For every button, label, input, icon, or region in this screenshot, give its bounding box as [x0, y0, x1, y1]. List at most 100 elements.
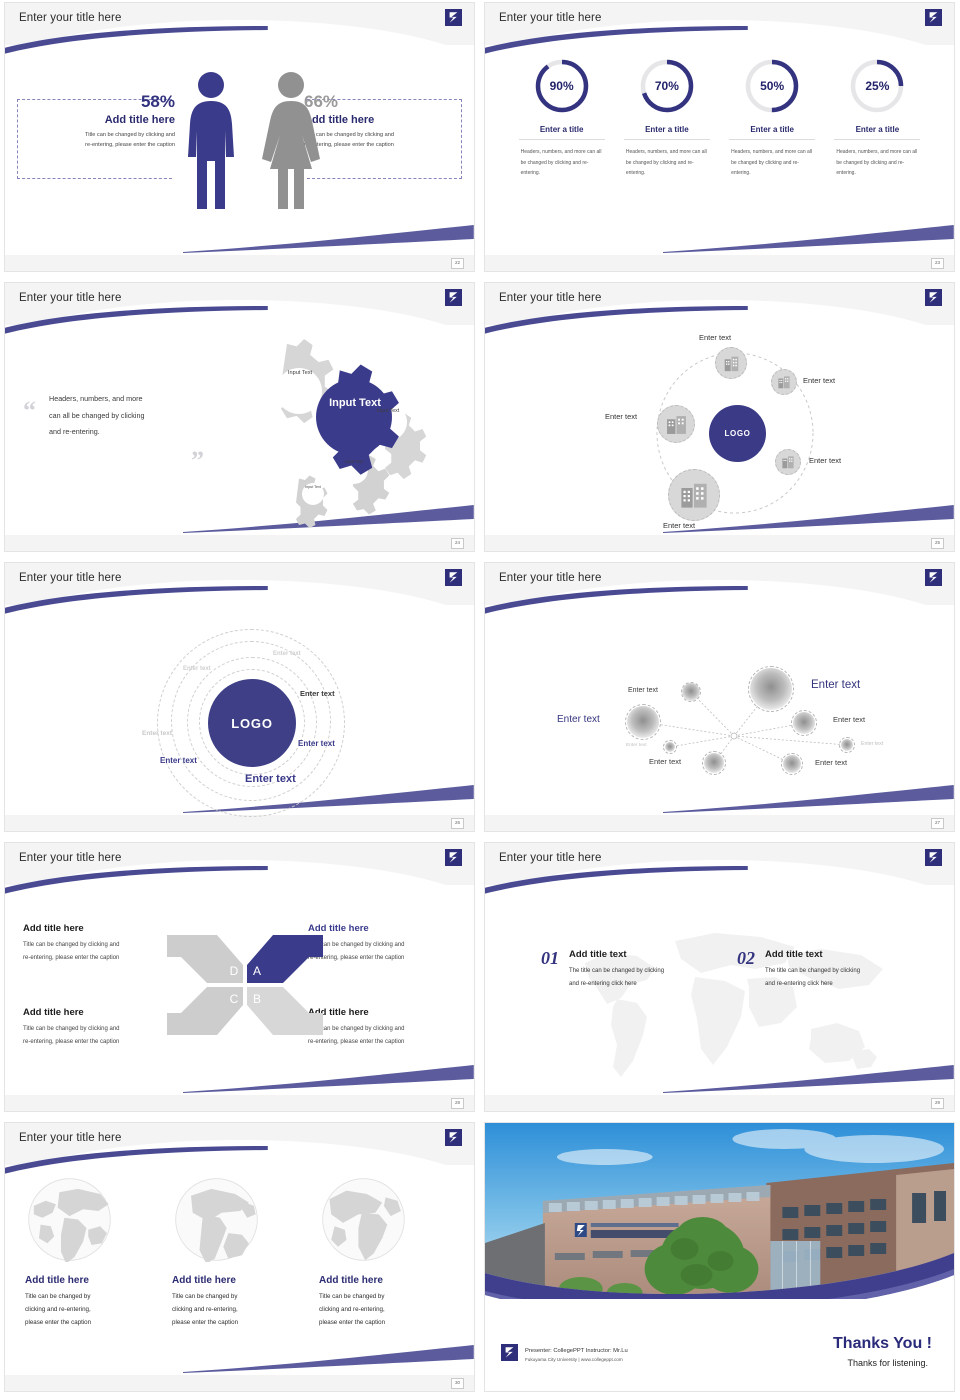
hub-diagram: Enter text Enter text Enter text Enter t… — [485, 331, 954, 547]
net-node-4[interactable] — [791, 710, 817, 736]
slide-cell-8[interactable]: Enter your title here 29 01 Add title te… — [480, 840, 960, 1120]
ring-label-7: Enter text — [142, 730, 172, 737]
page-title: Enter your title here — [499, 852, 602, 864]
item-number-01: 01 — [541, 948, 559, 968]
page-title: Enter your title here — [499, 572, 602, 584]
donut-desc: Headers, numbers, and more can all be ch… — [836, 149, 918, 176]
svg-text:D: D — [230, 964, 239, 978]
net-label-4: Enter text — [833, 715, 866, 724]
donut-title: Enter a title — [729, 125, 816, 140]
quadrant-desc-b-line2: re-entering, please enter the caption — [308, 1038, 405, 1045]
slide-cell-9[interactable]: Enter your title here 30 Add title here … — [0, 1120, 480, 1400]
ring-label-6: Enter text — [160, 756, 197, 765]
slide-number: 27 — [931, 818, 944, 829]
quadrant-desc-a-line2: re-entering, please enter the caption — [308, 954, 405, 961]
hub-node-right-up[interactable] — [771, 369, 797, 395]
slide-globes[interactable]: Enter your title here 30 Add title here … — [4, 1122, 475, 1392]
female-figure-icon — [262, 72, 320, 209]
numbered-item-1: 01 Add title text The title can be chang… — [541, 949, 664, 990]
net-label-3: Enter text — [557, 714, 600, 725]
slide-cell-1[interactable]: Enter your title here 22 58% Add title h… — [0, 0, 480, 280]
globe-icon-europe-africa — [28, 1178, 111, 1264]
percent-value-male: 58% — [140, 92, 175, 111]
slide-body: LOGO Enter text Enter text Enter text En… — [5, 611, 474, 827]
donut-title: Enter a title — [623, 125, 710, 140]
hub-node-right-down[interactable] — [775, 449, 801, 475]
hub-node-left[interactable] — [657, 405, 695, 443]
globe-item-1[interactable]: Add title here Title can be changed by c… — [25, 1177, 160, 1329]
quote-block: “ ” Headers, numbers, and more can all b… — [23, 391, 231, 473]
slide-donuts[interactable]: Enter your title here 23 90% Enter a tit… — [484, 2, 955, 272]
gear-cluster: Input Text Input Text Input Text Input T… — [230, 339, 460, 534]
item-number-02: 02 — [737, 948, 755, 968]
slide-gears[interactable]: Enter your title here 24 “ ” Headers, nu… — [4, 282, 475, 552]
slide-number: 26 — [451, 818, 464, 829]
net-node-3[interactable] — [625, 704, 661, 740]
quadrant-text-c: Add title here Title can be changed by c… — [23, 1007, 171, 1048]
net-node-8[interactable] — [781, 753, 803, 775]
stat-desc-female-line1: Title can be changed by clicking and — [304, 131, 394, 138]
ring-center-logo: LOGO — [208, 679, 296, 767]
slide-hub-network[interactable]: Enter your title here 25 Enter text Ente… — [484, 282, 955, 552]
donut-chart-90: 90% — [533, 57, 591, 115]
stat-title-female: Add title here — [304, 113, 375, 126]
slide-network-bubbles[interactable]: Enter your title here 27 Enter text Ente… — [484, 562, 955, 832]
slide-cell-10[interactable]: Presenter: CollegePPT Instructor: Mr.Lu … — [480, 1120, 960, 1400]
slide-number: 25 — [931, 538, 944, 549]
quadrant-desc-b-line1: Title can be changed by clicking and — [308, 1026, 405, 1032]
slide-thanks[interactable]: Presenter: CollegePPT Instructor: Mr.Lu … — [484, 1122, 955, 1392]
quote-open-icon: “ — [23, 396, 36, 425]
hub-node-bottom[interactable] — [668, 469, 720, 521]
net-node-1[interactable] — [681, 682, 701, 702]
slide-cell-3[interactable]: Enter your title here 24 “ ” Headers, nu… — [0, 280, 480, 560]
quadrant-desc-d-line1: Title can be changed by clicking and — [23, 942, 120, 948]
page-title: Enter your title here — [19, 12, 122, 24]
gear-label-main: Input Text — [329, 397, 381, 409]
net-node-2[interactable] — [748, 666, 794, 712]
slide-x-quadrant[interactable]: Enter your title here 28 Add title here … — [4, 842, 475, 1112]
globe-item-3[interactable]: Add title here Title can be changed by c… — [319, 1177, 454, 1329]
slide-cell-6[interactable]: Enter your title here 27 Enter text Ente… — [480, 560, 960, 840]
net-node-5[interactable] — [663, 740, 677, 754]
slide-cell-5[interactable]: Enter your title here 26 LOGO Enter text… — [0, 560, 480, 840]
numbered-item-2: 02 Add title text The title can be chang… — [737, 949, 860, 990]
item-title-01: Add title text — [569, 949, 627, 960]
x-diagram-shape: D A C B — [165, 925, 325, 1045]
globe-row: Add title here Title can be changed by c… — [5, 1171, 474, 1329]
concentric-diagram: LOGO Enter text Enter text Enter text En… — [5, 611, 474, 827]
slide-numbered-world[interactable]: Enter your title here 29 01 Add title te… — [484, 842, 955, 1112]
donut-item[interactable]: 25% Enter a title Headers, numbers, and … — [834, 57, 921, 179]
svg-text:C: C — [230, 992, 239, 1006]
globe-item-2[interactable]: Add title here Title can be changed by c… — [172, 1177, 307, 1329]
donut-item[interactable]: 70% Enter a title Headers, numbers, and … — [623, 57, 710, 179]
stat-block-right: 66% Add title here Title can be changed … — [304, 92, 456, 151]
stat-block-left: 58% Add title here Title can be changed … — [23, 92, 175, 151]
net-node-6[interactable] — [839, 737, 855, 753]
stat-title-male: Add title here — [104, 113, 175, 126]
slide-cell-2[interactable]: Enter your title here 23 90% Enter a tit… — [480, 0, 960, 280]
brand-logo-icon — [445, 9, 462, 26]
quote-line-3: and re-entering. — [49, 427, 100, 437]
hub-label-right-down: Enter text — [809, 456, 842, 465]
quadrant-title-d: Add title here — [23, 923, 84, 934]
slide-cell-7[interactable]: Enter your title here 28 Add title here … — [0, 840, 480, 1120]
quadrant-text-b: Add title here Title can be changed by c… — [308, 1007, 456, 1048]
slide-concentric-rings[interactable]: Enter your title here 26 LOGO Enter text… — [4, 562, 475, 832]
donut-item[interactable]: 90% Enter a title Headers, numbers, and … — [518, 57, 605, 179]
slide-deck-grid: Enter your title here 22 58% Add title h… — [0, 0, 960, 1400]
slide-cell-4[interactable]: Enter your title here 25 Enter text Ente… — [480, 280, 960, 560]
hub-node-top[interactable] — [715, 347, 747, 379]
page-title: Enter your title here — [19, 292, 122, 304]
slide-gender-percent[interactable]: Enter your title here 22 58% Add title h… — [4, 2, 475, 272]
quote-line-1: Headers, numbers, and more — [49, 394, 143, 403]
slide-number: 24 — [451, 538, 464, 549]
network-diagram: Enter text Enter text Enter text Enter t… — [485, 611, 954, 827]
hub-label-bottom: Enter text — [663, 521, 696, 530]
globe-desc-2-line3: please enter the caption — [172, 1319, 239, 1327]
globe-title-3: Add title here — [319, 1275, 383, 1286]
donut-item[interactable]: 50% Enter a title Headers, numbers, and … — [729, 57, 816, 179]
slide-body: Enter text Enter text Enter text Enter t… — [485, 611, 954, 827]
net-node-7[interactable] — [702, 751, 726, 775]
quadrant-desc-a-line1: Title can be changed by clicking and — [308, 942, 405, 948]
globe-icon-atlantic — [322, 1178, 405, 1261]
